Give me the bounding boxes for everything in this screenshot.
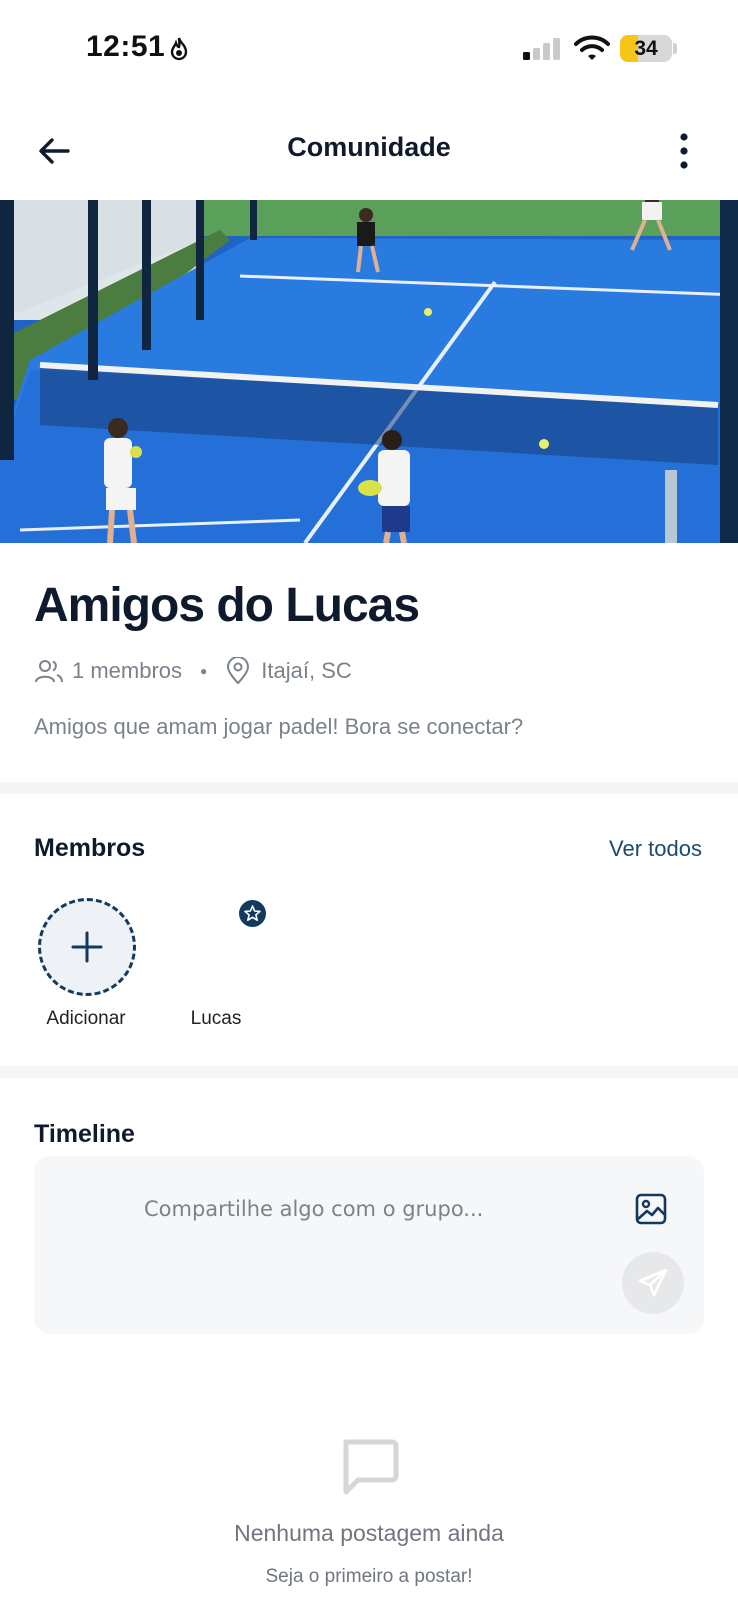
group-description: Amigos que amam jogar padel! Bora se con…: [34, 714, 524, 739]
group-cover-image: [0, 200, 738, 543]
group-name: Amigos do Lucas: [34, 579, 420, 632]
group-meta: 1 membros ● Itajaí, SC: [34, 656, 352, 686]
section-divider: [0, 782, 738, 794]
status-time: 12:51: [86, 30, 166, 63]
members-count: 1 membros: [72, 658, 183, 683]
meta-separator: ●: [200, 664, 208, 678]
image-icon: [635, 1193, 667, 1225]
users-icon: [35, 660, 63, 683]
star-icon: [244, 905, 261, 921]
section-divider: [0, 1066, 738, 1078]
map-pin-icon: [227, 657, 250, 685]
plus-icon: [71, 931, 103, 963]
empty-state-subtitle: Seja o primeiro a postar!: [265, 1566, 473, 1587]
status-bar: 12:51 34: [0, 0, 738, 100]
battery-level: 34: [634, 37, 658, 60]
battery-tip: [673, 43, 677, 54]
padel-court-illustration: [0, 200, 738, 543]
add-member-label: Adicionar: [46, 1008, 126, 1029]
timeline-section-title: Timeline: [34, 1120, 135, 1148]
battery-icon: 34: [620, 35, 672, 62]
post-input[interactable]: [142, 1188, 566, 1230]
post-composer: [34, 1156, 704, 1334]
add-member-button[interactable]: [38, 898, 136, 996]
empty-state-title: Nenhuma postagem ainda: [234, 1520, 504, 1546]
admin-badge: [239, 900, 266, 927]
group-location: Itajaí, SC: [261, 658, 352, 683]
send-icon: [638, 1268, 668, 1297]
see-all-members-link[interactable]: Ver todos: [560, 836, 702, 862]
chat-bubble-icon: [343, 1439, 399, 1495]
more-options-button[interactable]: [668, 126, 700, 176]
send-post-button[interactable]: [622, 1252, 684, 1314]
wifi-icon: [574, 35, 610, 60]
flame-icon: [170, 37, 188, 61]
member-name[interactable]: Lucas: [160, 1008, 272, 1030]
members-section-title: Membros: [34, 834, 146, 862]
page-title: Comunidade: [287, 132, 451, 162]
more-vertical-icon: [680, 133, 688, 169]
signal-icon: [523, 38, 560, 60]
attach-image-button[interactable]: [634, 1192, 668, 1226]
